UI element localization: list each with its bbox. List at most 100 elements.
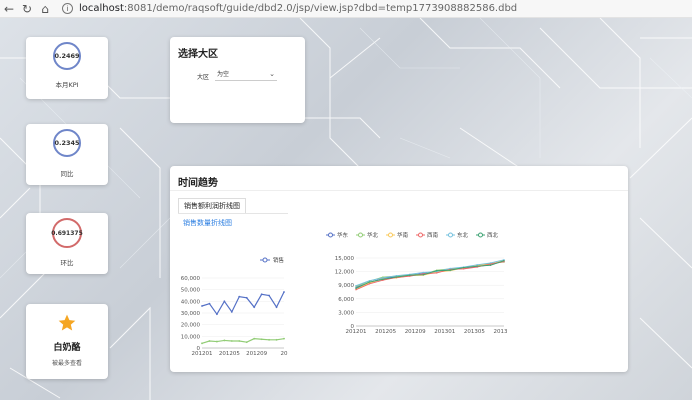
legend-marker: [328, 232, 333, 238]
x-tick-label: 201205: [375, 329, 396, 335]
region-sales-line-chart: 03,0006,0009,00012,00015,000201201 201205…: [326, 231, 508, 335]
data-point: [462, 266, 465, 269]
star-icon: [58, 314, 76, 331]
data-point: [238, 340, 241, 342]
sales-profit-line-chart: 010,00020,00030,00040,00050,00060,000201…: [181, 256, 288, 357]
legend-label: 华南: [397, 231, 409, 239]
region-select-value: 为空: [217, 71, 230, 78]
data-point: [223, 300, 226, 303]
data-point: [422, 271, 424, 274]
kpi-card-mom: 0.691375 环比: [26, 213, 108, 274]
data-point: [201, 342, 203, 345]
legend-label: 西南: [427, 231, 439, 239]
y-tick-label: 9,000: [338, 283, 354, 289]
legend-marker: [388, 232, 393, 238]
data-point: [283, 337, 285, 340]
data-point: [260, 293, 263, 296]
home-icon[interactable]: ⌂: [36, 0, 54, 18]
legend-marker: [358, 232, 363, 238]
kpi-label: 同比: [60, 170, 74, 178]
data-point: [245, 296, 248, 299]
data-point: [368, 281, 371, 283]
url-host: localhost: [79, 3, 124, 14]
data-point: [268, 294, 270, 297]
data-point: [253, 306, 256, 309]
kpi-label: 本月KPI: [55, 81, 79, 89]
tab-sales-profit[interactable]: 销售额利润折线图: [178, 198, 246, 214]
y-tick-label: 20,000: [181, 323, 201, 329]
data-point: [355, 287, 357, 290]
region-selector-panel: 选择大区 大区 为空 ⌄: [170, 37, 305, 123]
legend-label: 销售: [273, 256, 284, 264]
region-label: 大区: [197, 74, 210, 81]
data-point: [201, 305, 203, 307]
data-point: [489, 262, 492, 264]
region-select[interactable]: 为空 ⌄: [215, 70, 277, 81]
kpi-gauge: 0.2345: [53, 129, 81, 157]
data-point: [230, 310, 233, 313]
y-tick-label: 60,000: [181, 276, 201, 282]
series-line: [201, 291, 285, 316]
data-point: [476, 264, 478, 266]
data-point: [422, 274, 424, 276]
data-point: [436, 272, 438, 274]
y-tick-label: 30,000: [181, 311, 201, 317]
kpi-gauge: 0.2469: [53, 42, 81, 70]
data-point: [253, 337, 256, 340]
reload-icon[interactable]: ↻: [18, 0, 36, 18]
x-tick-label: 201209: [405, 329, 426, 335]
kpi-label: 环比: [60, 259, 74, 267]
data-point: [476, 265, 478, 267]
tab-sales-quantity[interactable]: 销售数量折线图: [183, 218, 232, 228]
x-tick-label: 201209: [246, 351, 267, 357]
data-point: [489, 264, 492, 266]
data-point: [355, 284, 357, 287]
data-point: [395, 276, 398, 278]
legend-marker: [448, 232, 453, 238]
kpi-card-yoy: 0.2345 同比: [26, 124, 108, 185]
time-trend-panel: 时间趋势 销售额利润折线图 销售数量折线图 0 10,000 20,000 30,00…: [170, 166, 628, 372]
data-point: [382, 277, 384, 279]
x-tick-label: 201305: [464, 329, 485, 335]
address-bar[interactable]: i localhost:8081/demo/raqsoft/guide/dbd2…: [62, 1, 517, 16]
data-point: [395, 274, 398, 277]
data-point: [275, 338, 278, 341]
data-point: [503, 260, 505, 262]
y-tick-label: 6,000: [338, 297, 354, 303]
data-point: [409, 274, 411, 276]
panel-title: 选择大区: [178, 49, 218, 60]
x-tick-label: 201201: [346, 329, 367, 335]
data-point: [216, 313, 218, 316]
data-point: [368, 283, 371, 285]
x-tick-label: 201205: [219, 351, 240, 357]
kpi-value: 0.2469: [54, 52, 80, 60]
panel-title: 时间趋势: [178, 178, 218, 189]
kpi-value: 0.2345: [54, 139, 80, 147]
data-point: [230, 340, 233, 342]
data-point: [449, 267, 451, 270]
legend-marker: [262, 257, 268, 263]
data-point: [382, 278, 384, 281]
y-tick-label: 40,000: [181, 299, 201, 305]
favorite-subtitle: 被最多查看: [51, 360, 82, 367]
data-point: [208, 302, 211, 305]
data-point: [238, 295, 241, 298]
data-point: [268, 338, 270, 341]
x-tick-label: 201309: [494, 329, 508, 335]
tab-underline: [178, 213, 288, 214]
most-viewed-card: 白奶酪 被最多查看: [26, 304, 108, 379]
data-point: [245, 341, 248, 344]
x-tick-label: 201301: [434, 329, 455, 335]
info-icon[interactable]: i: [62, 3, 73, 14]
y-tick-label: 10,000: [181, 334, 201, 340]
divider: [170, 190, 628, 191]
legend-label: 西北: [487, 231, 499, 239]
arrow-left-icon[interactable]: ←: [0, 0, 18, 18]
data-point: [368, 279, 371, 282]
y-tick-label: 12,000: [335, 270, 355, 276]
data-point: [216, 340, 218, 343]
data-point: [275, 306, 278, 309]
data-point: [223, 339, 226, 342]
data-point: [449, 269, 451, 271]
url-path: :8081/demo/raqsoft/guide/dbd2.0/jsp/view…: [123, 3, 518, 14]
